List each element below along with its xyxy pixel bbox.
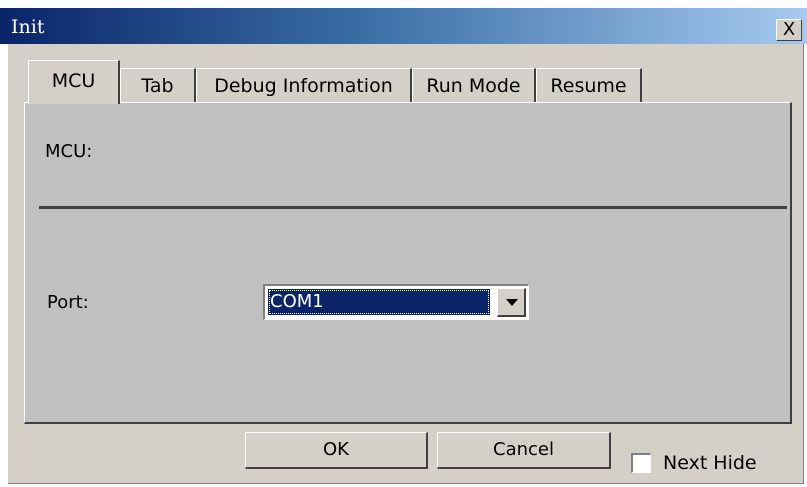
ok-button[interactable]: OK xyxy=(245,432,428,469)
port-label: Port: xyxy=(47,292,89,313)
chevron-down-icon[interactable] xyxy=(497,288,526,317)
mcu-label: MCU: xyxy=(45,141,93,162)
cancel-button[interactable]: Cancel xyxy=(437,432,611,469)
tab-run-mode[interactable]: Run Mode xyxy=(412,68,536,102)
tab-debug-information[interactable]: Debug Information xyxy=(196,68,412,102)
port-select-value: COM1 xyxy=(268,289,490,315)
window-title: Init xyxy=(11,16,45,38)
next-hide-label: Next Hide xyxy=(663,452,757,474)
tab-mcu[interactable]: MCU xyxy=(28,60,120,104)
tab-resume[interactable]: Resume xyxy=(536,68,642,102)
next-hide-checkbox[interactable] xyxy=(631,453,651,473)
panel-separator xyxy=(39,206,787,209)
port-select[interactable]: COM1 xyxy=(263,284,529,320)
tab-tab[interactable]: Tab xyxy=(120,68,196,102)
close-button[interactable]: X xyxy=(776,19,802,41)
close-icon: X xyxy=(782,19,796,40)
title-bar: Init X xyxy=(0,8,807,44)
mcu-tab-panel: MCU: Port: COM1 xyxy=(24,102,792,424)
